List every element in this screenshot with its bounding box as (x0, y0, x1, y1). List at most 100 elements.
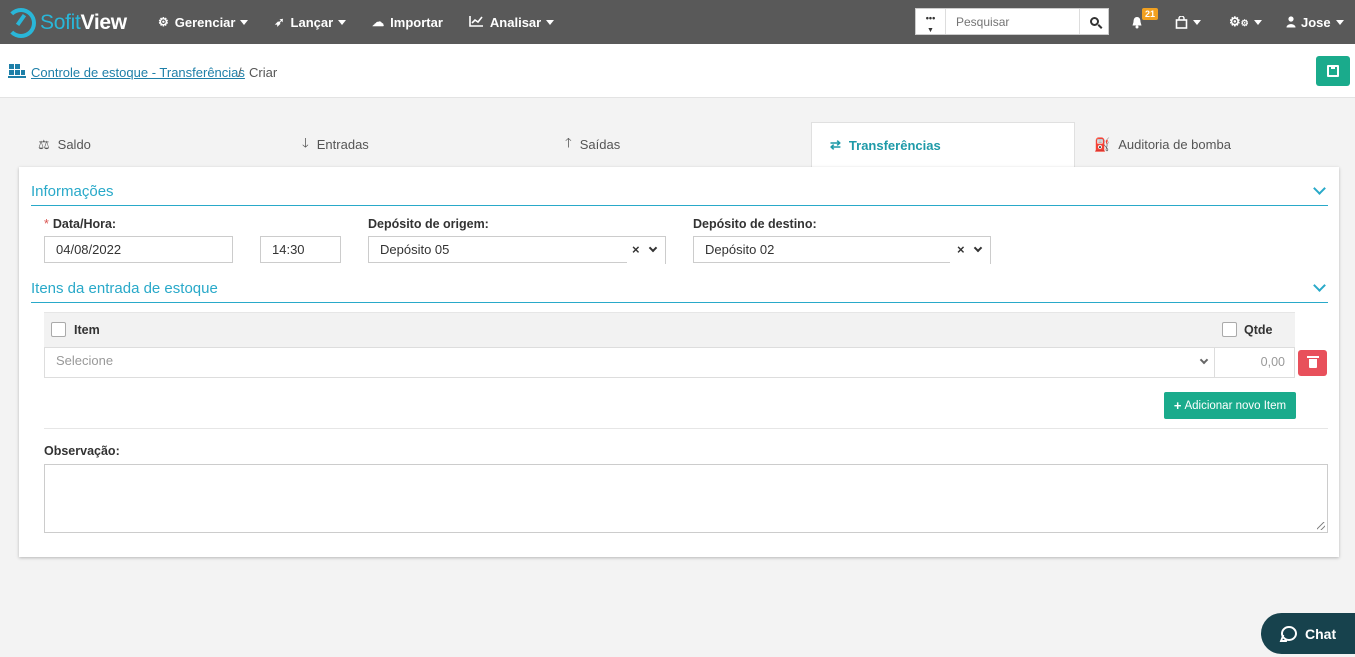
select-border-gap (627, 262, 667, 264)
caret-down-icon (546, 19, 555, 25)
search-button[interactable] (1079, 9, 1108, 34)
line-chart-icon (469, 15, 484, 30)
button-label: Adicionar novo Item (1184, 399, 1287, 412)
observation-label: Observação: (44, 444, 120, 458)
speedometer-icon (6, 8, 36, 38)
arrow-down-icon: 🡓 (302, 134, 309, 150)
logo-text: SofitView (40, 11, 127, 34)
tab-auditoria-de-bomba[interactable]: ⛽ Auditoria de bomba (1094, 122, 1231, 167)
observation-textarea[interactable] (44, 464, 1328, 533)
tab-label: Transferências (848, 137, 941, 153)
section-title-itens[interactable]: Itens da entrada de estoque (31, 280, 218, 297)
settings-menu[interactable]: ⚙⚙ (1229, 0, 1262, 44)
section-divider (44, 428, 1328, 429)
tab-saldo[interactable]: ⚖ Saldo (38, 122, 91, 167)
menu-importar[interactable]: ☁ Importar (372, 15, 443, 30)
tab-label: Saldo (57, 137, 91, 152)
menu-gerenciar[interactable]: ⚙ Gerenciar (158, 14, 249, 30)
chevron-down-icon[interactable] (1313, 279, 1326, 292)
save-button[interactable] (1316, 56, 1350, 86)
origin-deposit-label: Depósito de origem: (368, 217, 489, 231)
clear-icon[interactable]: × (632, 242, 640, 257)
date-input[interactable]: 04/08/2022 (44, 236, 233, 263)
tab-label: Entradas (316, 137, 369, 152)
user-menu[interactable]: Jose (1286, 0, 1344, 44)
chat-bubble-icon (1281, 626, 1297, 641)
arrow-up-icon: 🡑 (565, 134, 572, 150)
main-menu: ⚙ Gerenciar ➶ Lançar ☁ Importar Analisar (158, 0, 580, 44)
table-row: Selecione 0,00 (44, 347, 1295, 378)
required-asterisk: * (44, 217, 49, 231)
breadcrumb-current: Criar (249, 65, 278, 80)
search-box: ••• ▼ (915, 8, 1109, 35)
caret-down-icon (1193, 19, 1201, 25)
section-title-informacoes[interactable]: Informações (31, 183, 114, 200)
select-right-border (990, 237, 991, 264)
shopping-bag-menu[interactable] (1175, 0, 1201, 44)
user-icon (1286, 16, 1296, 28)
column-header-qty: Qtde (1244, 323, 1273, 337)
origin-deposit-select[interactable]: Depósito 05 × (368, 236, 667, 264)
breadcrumb-bar: Controle de estoque - Transferências / C… (0, 44, 1355, 98)
chat-button[interactable]: Chat (1261, 613, 1355, 654)
caret-down-icon (1253, 19, 1262, 25)
menu-label: Importar (390, 14, 443, 30)
caret-down-icon (240, 19, 249, 25)
menu-label: Analisar (489, 14, 542, 30)
save-icon (1327, 65, 1339, 77)
search-scope-dropdown[interactable]: ••• ▼ (916, 9, 946, 34)
menu-analisar[interactable]: Analisar (469, 14, 555, 30)
select-all-items-checkbox[interactable] (51, 322, 66, 337)
destination-deposit-select[interactable]: Depósito 02 × (693, 236, 992, 264)
caret-down-icon (1335, 19, 1344, 25)
shopping-bag-icon (1175, 15, 1188, 29)
tab-entradas[interactable]: 🡓 Entradas (302, 122, 369, 167)
time-input[interactable]: 14:30 (260, 236, 341, 263)
chevron-down-icon[interactable] (1313, 182, 1326, 195)
chat-label: Chat (1305, 625, 1337, 642)
chevron-down-icon[interactable] (973, 243, 983, 253)
tab-transferencias[interactable]: ⇄ Transferências (811, 122, 1075, 167)
pallet-boxes-icon (8, 64, 26, 78)
destination-deposit-label: Depósito de destino: (693, 217, 817, 231)
cloud-upload-icon: ☁ (372, 15, 385, 29)
caret-down-icon (338, 19, 347, 25)
tab-label: Auditoria de bomba (1118, 137, 1231, 152)
menu-label: Gerenciar (174, 14, 236, 30)
logo[interactable]: SofitView (6, 8, 127, 38)
trash-icon (1306, 355, 1319, 368)
section-divider (31, 205, 1328, 206)
label-text: Data/Hora: (52, 217, 117, 231)
chevron-down-icon[interactable] (1199, 355, 1209, 365)
select-all-qty-checkbox[interactable] (1222, 322, 1237, 337)
resize-handle[interactable] (1317, 522, 1325, 530)
exchange-icon: ⇄ (830, 137, 841, 152)
user-name: Jose (1301, 14, 1331, 30)
delete-row-button[interactable] (1298, 350, 1327, 376)
items-table-header: Item Qtde (44, 312, 1295, 347)
notification-count-badge: 21 (1142, 8, 1159, 20)
quantity-input[interactable]: 0,00 (1214, 348, 1295, 377)
gear-icon: ⚙ (158, 15, 169, 29)
breadcrumb-link[interactable]: Controle de estoque - Transferências (31, 65, 245, 80)
fuel-pump-icon: ⛽ (1094, 136, 1111, 152)
item-select[interactable]: Selecione (56, 353, 113, 368)
selected-value: Depósito 05 (380, 242, 450, 257)
tab-saidas[interactable]: 🡑 Saídas (565, 122, 620, 167)
breadcrumb-separator: / (238, 65, 242, 80)
search-input[interactable] (946, 9, 1079, 34)
tab-label: Saídas (579, 137, 621, 152)
plus-icon: + (1173, 398, 1182, 413)
chevron-down-icon[interactable] (648, 243, 658, 253)
clear-icon[interactable]: × (957, 242, 965, 257)
menu-lancar[interactable]: ➶ Lançar (274, 15, 347, 30)
add-item-button[interactable]: + Adicionar novo Item (1164, 392, 1296, 419)
selected-value: Depósito 02 (705, 242, 775, 257)
notifications-button[interactable] (1131, 0, 1143, 44)
date-time-label: * Data/Hora: (44, 217, 116, 231)
top-navbar: SofitView ⚙ Gerenciar ➶ Lançar ☁ Importa… (0, 0, 1355, 44)
transfer-form-card: Informações * Data/Hora: 04/08/2022 14:30… (19, 167, 1339, 557)
column-header-item: Item (74, 323, 100, 337)
caret-down-icon: ▼ (927, 27, 934, 34)
more-icon: ••• (925, 13, 936, 23)
